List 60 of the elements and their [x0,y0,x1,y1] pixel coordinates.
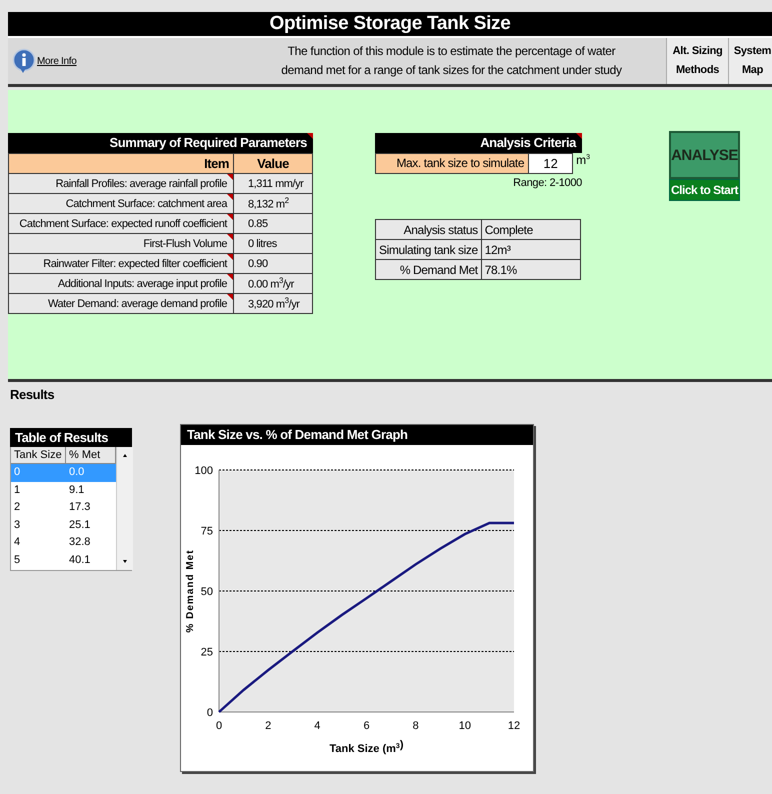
panel-title: Analysis Criteria [375,133,582,153]
axis-tick-label: 12 [508,720,520,732]
x-axis-title: Tank Size (m$^{3}$) [330,739,404,755]
page-title: Optimise Storage Tank Size [8,12,772,36]
table-cell: Rainfall Profiles: average rainfall profile [8,174,234,194]
axis-tick-label: 0 [216,720,222,732]
field-label: Max. tank size to simulate [375,153,530,174]
nav-button[interactable]: Alt. Sizing Methods [666,38,728,84]
table-cell: Catchment Surface: expected runoff coefficient [8,214,234,234]
result-row[interactable]: 2 17.3 [11,499,116,517]
result-row[interactable]: 1 9.1 [11,482,116,500]
table-cell: Analysis status [376,220,482,240]
table-cell: 0.85 [234,214,312,234]
table-cell: % Demand Met [376,260,482,280]
table-cell: 0 litres [234,234,312,254]
info-icon[interactable] [12,48,36,74]
table-cell: Additional Inputs: average input profile [8,274,234,294]
result-row[interactable]: 3 25.1 [11,516,116,534]
column-header: Value [234,154,312,174]
nav-button[interactable]: System Map [728,38,772,84]
axis-tick-label: 10 [458,720,471,732]
analyse-button[interactable]: ANALYSE [669,131,740,179]
table-cell: Catchment Surface: catchment area [8,194,234,214]
tank-size-field[interactable]: 12 [529,153,574,174]
table-title: Summary of Required Parameters [8,133,313,153]
axis-tick-label: 2 [265,720,272,732]
button-caption: Click to Start [669,179,740,201]
table-cell: 8,132 m$^{2}$ [234,194,312,214]
column-header: Item [8,154,234,174]
table-cell: 0.00 m$^{3}$/yr [234,274,312,294]
axis-tick-label: 100 [194,465,213,477]
table-cell: 3,920 m$^{3}$/yr [234,294,312,314]
unit-label: m$^{3}$ [575,153,590,169]
range-hint: Range: 2-1000 [512,177,582,189]
table-title: Table of Results [10,428,132,447]
description-text: demand met for a range of tank sizes for the catchment under study [280,62,623,79]
table-cell: Complete [481,220,580,240]
table-cell: 12m³ [481,240,580,260]
table-cell: Water Demand: average demand profile [8,294,234,314]
table-cell: Simulating tank size [376,240,482,260]
axis-tick-label: 4 [314,720,320,732]
axis-tick-label: 8 [412,720,419,732]
section-heading: Results [10,387,56,402]
table-cell: First-Flush Volume [8,234,234,254]
table-cell: 0.90 [234,254,312,274]
table-cell: 1,311 mm/yr [234,174,312,194]
result-row[interactable]: 4 32.8 [11,534,116,552]
axis-tick-label: 50 [200,586,213,598]
y-axis-title: % Demand Met [185,549,196,633]
description-text: The function of this module is to estimate the percentage of water [286,43,616,60]
table-cell: 78.1% [481,260,580,280]
more-info-link[interactable]: More Info [37,56,77,66]
axis-tick-label: 0 [206,707,213,719]
axis-tick-label: 6 [363,720,370,732]
table-cell: Rainwater Filter: expected filter coefficient [8,254,234,274]
axis-tick-label: 75 [200,526,213,538]
result-row[interactable]: 5 40.1 [11,552,116,570]
axis-tick-label: 25 [200,646,213,658]
scrollbar[interactable] [116,447,133,570]
chart-title: Tank Size vs. % of Demand Met Graph [181,425,533,445]
